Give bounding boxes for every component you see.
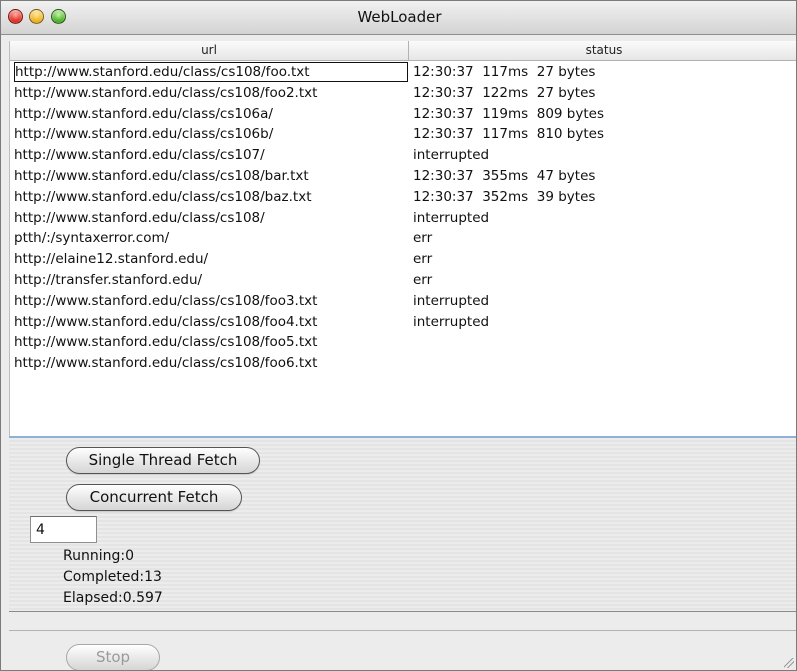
webloader-window: WebLoader url status http://www.stanford…: [0, 0, 797, 671]
url-cell[interactable]: http://www.stanford.edu/class/cs108/foo.…: [14, 62, 408, 82]
url-cell[interactable]: http://elaine12.stanford.edu/: [14, 249, 409, 270]
status-cell: interrupted: [413, 147, 490, 164]
status-cell: err: [413, 230, 433, 247]
status-cell: 12:30:37 122ms 27 bytes: [413, 84, 596, 101]
table-row[interactable]: http://elaine12.stanford.edu/err: [10, 249, 796, 270]
table-row[interactable]: http://transfer.stanford.edu/err: [10, 270, 796, 291]
status-cell: err: [413, 271, 433, 288]
table-row[interactable]: http://www.stanford.edu/class/cs108/foo6…: [10, 353, 796, 374]
table-row[interactable]: http://www.stanford.edu/class/cs108/inte…: [10, 208, 796, 229]
table-row[interactable]: http://www.stanford.edu/class/cs108/foo2…: [10, 83, 796, 104]
table-row[interactable]: http://www.stanford.edu/class/cs108/foo4…: [10, 312, 796, 333]
window-title: WebLoader: [357, 8, 442, 26]
url-cell[interactable]: http://www.stanford.edu/class/cs106a/: [14, 104, 409, 125]
table-row[interactable]: http://www.stanford.edu/class/cs108/bar.…: [10, 166, 796, 187]
status-cell: 12:30:37 117ms 27 bytes: [413, 64, 596, 80]
single-thread-fetch-button[interactable]: Single Thread Fetch: [66, 447, 260, 474]
status-cell: interrupted: [413, 209, 490, 226]
status-cell: interrupted: [413, 292, 490, 309]
table-row[interactable]: http://www.stanford.edu/class/cs108/foo5…: [10, 332, 796, 353]
table-header: url status: [10, 41, 796, 61]
url-cell[interactable]: http://www.stanford.edu/class/cs108/foo3…: [14, 291, 409, 312]
url-cell[interactable]: http://www.stanford.edu/class/cs107/: [14, 145, 409, 166]
table-row[interactable]: http://www.stanford.edu/class/cs106a/12:…: [10, 104, 796, 125]
table-row[interactable]: http://www.stanford.edu/class/cs108/foo3…: [10, 291, 796, 312]
running-count: Running:0: [63, 548, 134, 564]
url-status-table: url status http://www.stanford.edu/class…: [9, 41, 796, 438]
status-cell: err: [413, 251, 433, 268]
url-cell[interactable]: http://transfer.stanford.edu/: [14, 270, 409, 291]
table-row[interactable]: ptth/:/syntaxerror.com/err: [10, 228, 796, 249]
elapsed-time: Elapsed:0.597: [63, 590, 163, 606]
table-body: http://www.stanford.edu/class/cs108/foo.…: [10, 62, 796, 374]
url-cell[interactable]: http://www.stanford.edu/class/cs108/foo6…: [14, 353, 409, 374]
resize-grip-icon[interactable]: [784, 658, 794, 668]
url-cell[interactable]: http://www.stanford.edu/class/cs108/baz.…: [14, 187, 409, 208]
table-row[interactable]: http://www.stanford.edu/class/cs108/baz.…: [10, 187, 796, 208]
thread-count-input[interactable]: [30, 516, 97, 543]
url-cell[interactable]: http://www.stanford.edu/class/cs108/foo2…: [14, 83, 409, 104]
stop-button[interactable]: Stop: [66, 644, 160, 670]
url-cell[interactable]: http://www.stanford.edu/class/cs108/bar.…: [14, 166, 409, 187]
column-header-url[interactable]: url: [10, 43, 408, 57]
title-bar: WebLoader: [1, 1, 796, 35]
panel-divider: [9, 611, 796, 612]
status-cell: 12:30:37 355ms 47 bytes: [413, 167, 596, 184]
concurrent-fetch-button[interactable]: Concurrent Fetch: [66, 484, 242, 511]
table-row[interactable]: http://www.stanford.edu/class/cs106b/12:…: [10, 124, 796, 145]
url-cell[interactable]: http://www.stanford.edu/class/cs106b/: [14, 124, 409, 145]
url-cell[interactable]: http://www.stanford.edu/class/cs108/foo4…: [14, 312, 409, 333]
url-cell[interactable]: http://www.stanford.edu/class/cs108/foo5…: [14, 332, 409, 353]
column-header-status[interactable]: status: [409, 43, 796, 57]
status-cell: 12:30:37 117ms 810 bytes: [413, 126, 604, 143]
table-row[interactable]: http://www.stanford.edu/class/cs108/foo.…: [10, 62, 796, 83]
table-row[interactable]: http://www.stanford.edu/class/cs107/inte…: [10, 145, 796, 166]
status-cell: 12:30:37 352ms 39 bytes: [413, 188, 596, 205]
status-cell: interrupted: [413, 313, 490, 330]
status-cell: 12:30:37 119ms 809 bytes: [413, 105, 604, 122]
url-cell[interactable]: ptth/:/syntaxerror.com/: [14, 228, 409, 249]
url-cell[interactable]: http://www.stanford.edu/class/cs108/: [14, 208, 409, 229]
completed-count: Completed:13: [63, 569, 162, 585]
